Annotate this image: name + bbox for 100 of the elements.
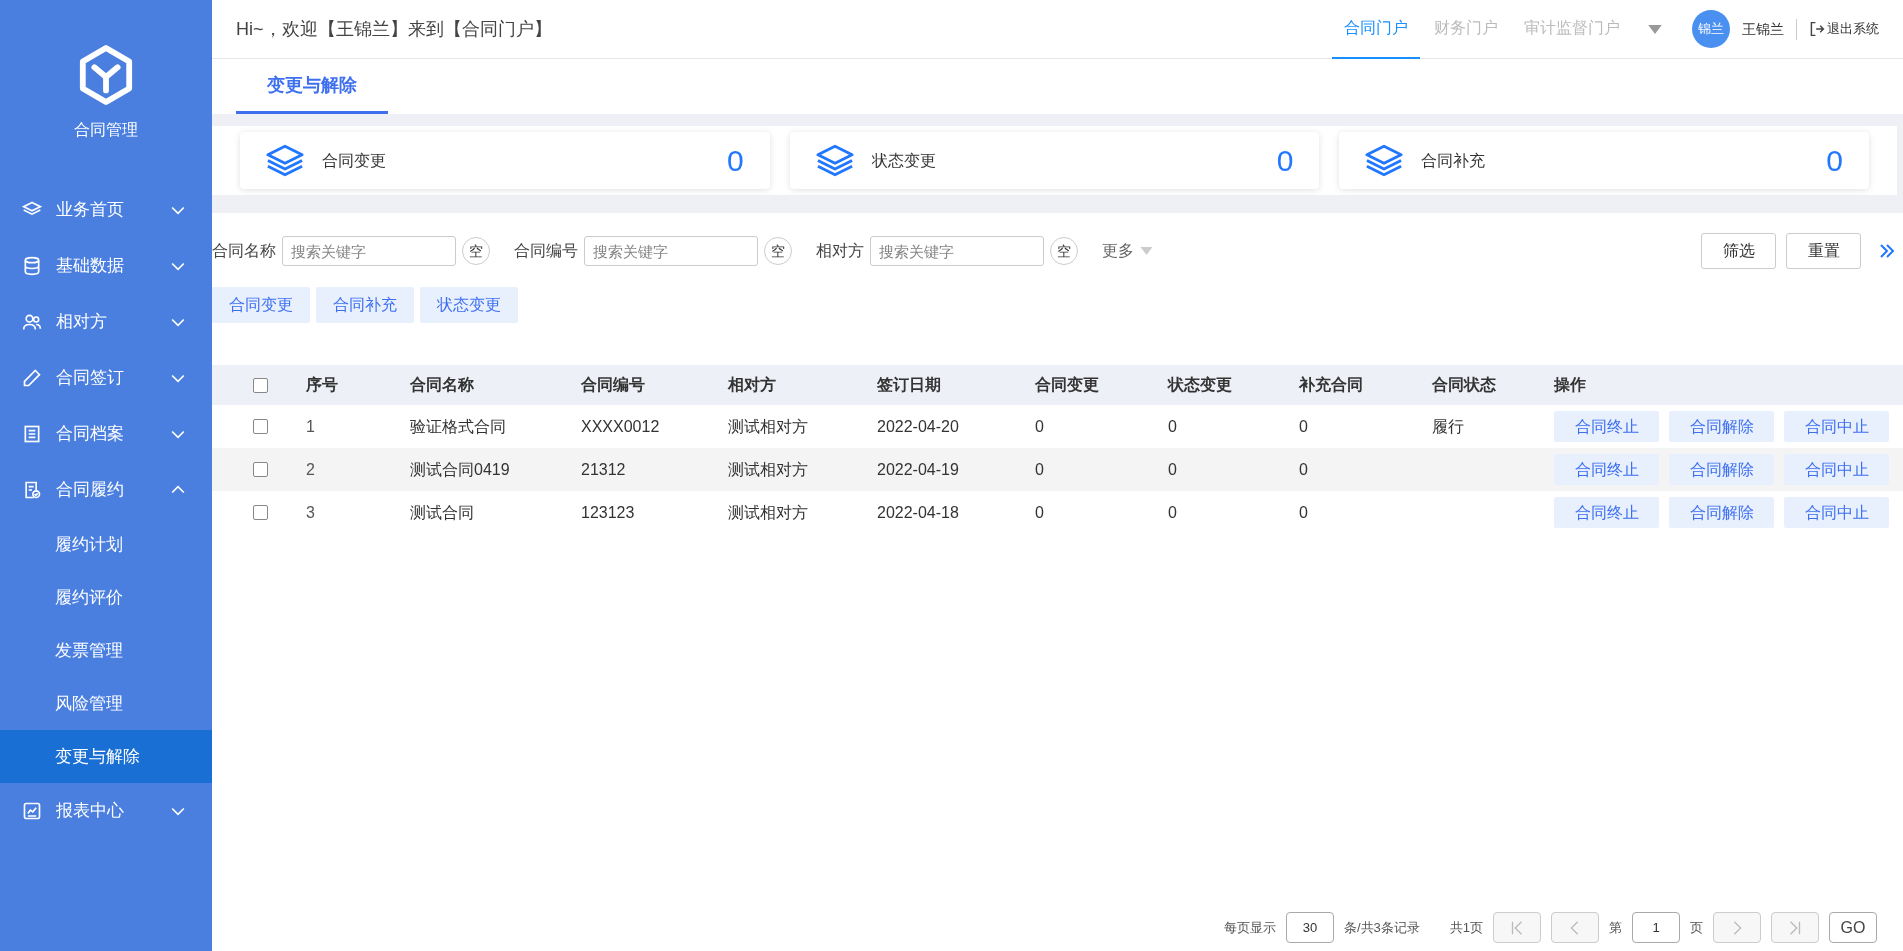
logo-title: 合同管理 [74, 120, 138, 140]
sidebar-item[interactable]: 相对方 [0, 294, 212, 350]
table-cell: XXXX0012 [581, 417, 660, 435]
search-field[interactable]: 搜索关键字 [870, 236, 1044, 266]
column-header: 签订日期 [877, 376, 941, 393]
action-button[interactable]: 合同中止 [1784, 497, 1889, 528]
layers-icon [815, 144, 854, 177]
stat-label: 状态变更 [871, 150, 937, 171]
user-avatar: 锦兰 [1692, 10, 1730, 48]
logout-button[interactable]: 退出系统 [1809, 19, 1879, 39]
record-summary: 条/共3条记录 [1343, 918, 1420, 937]
filter-label: 合同名称 [212, 241, 276, 261]
greeting-text: Hi~，欢迎【王锦兰】来到【合同门户】 [236, 17, 553, 41]
column-header: 补充合同 [1299, 376, 1363, 393]
sidebar-item[interactable]: 合同签订 [0, 350, 212, 406]
table-cell: 2022-04-19 [877, 460, 959, 478]
table-cell: 2022-04-20 [877, 417, 959, 435]
table-cell: 测试合同 [410, 503, 474, 521]
action-button[interactable]: 合同解除 [1669, 411, 1774, 442]
table-cell: 0 [1035, 503, 1044, 521]
checkbox[interactable] [252, 377, 268, 393]
table-cell: 3 [306, 503, 315, 521]
portal-tab[interactable]: 合同门户 [1332, 0, 1420, 59]
stat-value: 0 [1826, 143, 1843, 179]
layers-icon [1365, 144, 1404, 177]
logout-icon [1809, 21, 1825, 37]
table-cell: 2 [306, 460, 315, 478]
sidebar-subitem[interactable]: 风险管理 [0, 677, 212, 730]
column-header: 相对方 [728, 376, 776, 393]
quick-filter-button[interactable]: 合同补充 [316, 287, 414, 323]
checkbox[interactable] [252, 419, 268, 434]
sidebar-item[interactable]: 业务首页 [0, 182, 212, 238]
table-cell: 0 [1035, 460, 1044, 478]
filter-label: 相对方 [816, 241, 864, 261]
table-cell: 1 [306, 417, 315, 435]
total-pages: 共1页 [1449, 918, 1483, 937]
stat-value: 0 [727, 143, 744, 179]
logo-icon [77, 44, 135, 106]
checkbox[interactable] [252, 462, 268, 477]
column-header: 合同名称 [410, 376, 474, 393]
sidebar-item[interactable]: 合同履约 [0, 462, 212, 518]
sidebar-subitem[interactable]: 变更与解除 [0, 730, 212, 783]
document-check-icon [22, 480, 42, 500]
page-prefix: 第 [1609, 918, 1622, 937]
page-suffix: 页 [1690, 918, 1703, 937]
filter-button[interactable]: 重置 [1786, 233, 1861, 269]
table-cell: 123123 [581, 503, 635, 521]
column-header: 合同状态 [1432, 376, 1496, 393]
table-cell: 21312 [581, 460, 626, 478]
stat-label: 合同变更 [322, 150, 387, 171]
table-cell: 0 [1299, 417, 1308, 435]
page-size-field[interactable]: 30 [1285, 912, 1334, 943]
column-header: 状态变更 [1168, 376, 1232, 393]
sidebar-subitem[interactable]: 发票管理 [0, 624, 212, 677]
column-header: 序号 [306, 376, 338, 393]
action-button[interactable]: 合同中止 [1784, 411, 1889, 442]
more-button[interactable]: 更多 [1102, 239, 1153, 263]
table-cell: 0 [1168, 503, 1177, 521]
action-button[interactable]: 合同解除 [1669, 497, 1774, 528]
column-header: 操作 [1554, 376, 1586, 393]
search-field[interactable]: 搜索关键字 [282, 236, 456, 266]
action-button[interactable]: 合同解除 [1669, 454, 1774, 485]
dropdown-icon[interactable] [1648, 24, 1662, 34]
table-cell: 测试相对方 [728, 417, 808, 435]
stat-label: 合同补充 [1421, 150, 1487, 171]
document-icon [22, 424, 42, 444]
go-button[interactable]: GO [1829, 912, 1877, 943]
action-button[interactable]: 合同终止 [1554, 497, 1659, 528]
sidebar-subitem[interactable]: 履约计划 [0, 518, 212, 571]
action-button[interactable]: 合同中止 [1784, 454, 1889, 485]
quick-filter-button[interactable]: 状态变更 [420, 287, 518, 323]
table-cell: 0 [1035, 417, 1044, 435]
table-cell: 2022-04-18 [877, 503, 959, 521]
checkbox[interactable] [252, 505, 268, 520]
column-header: 合同变更 [1035, 376, 1099, 393]
sidebar-subitem[interactable]: 履约评价 [0, 571, 212, 624]
filter-button[interactable]: 筛选 [1701, 233, 1776, 269]
table-cell: 验证格式合同 [410, 417, 506, 435]
table-cell: 0 [1299, 460, 1308, 478]
action-button[interactable]: 合同终止 [1554, 411, 1659, 442]
table-cell: 0 [1299, 503, 1308, 521]
users-icon [22, 312, 42, 332]
database-icon [22, 256, 42, 276]
per-page-label: 每页显示 [1223, 918, 1276, 937]
caret-icon [1140, 247, 1153, 255]
sidebar-item[interactable]: 基础数据 [0, 238, 212, 294]
table-cell: 履行 [1432, 417, 1464, 435]
user-name: 王锦兰 [1742, 18, 1797, 40]
sidebar-item[interactable]: 合同档案 [0, 406, 212, 462]
stat-value: 0 [1276, 143, 1294, 179]
quick-filter-button[interactable]: 合同变更 [212, 287, 310, 323]
column-header: 合同编号 [581, 376, 645, 393]
table-cell: 测试相对方 [728, 503, 808, 521]
sidebar-item[interactable]: 报表中心 [0, 783, 212, 839]
page-number-field[interactable]: 1 [1632, 912, 1680, 943]
table-cell: 0 [1168, 460, 1177, 478]
table-cell: 测试合同0419 [410, 460, 510, 478]
pencil-icon [22, 368, 42, 388]
action-button[interactable]: 合同终止 [1554, 454, 1659, 485]
search-field[interactable]: 搜索关键字 [584, 236, 758, 266]
